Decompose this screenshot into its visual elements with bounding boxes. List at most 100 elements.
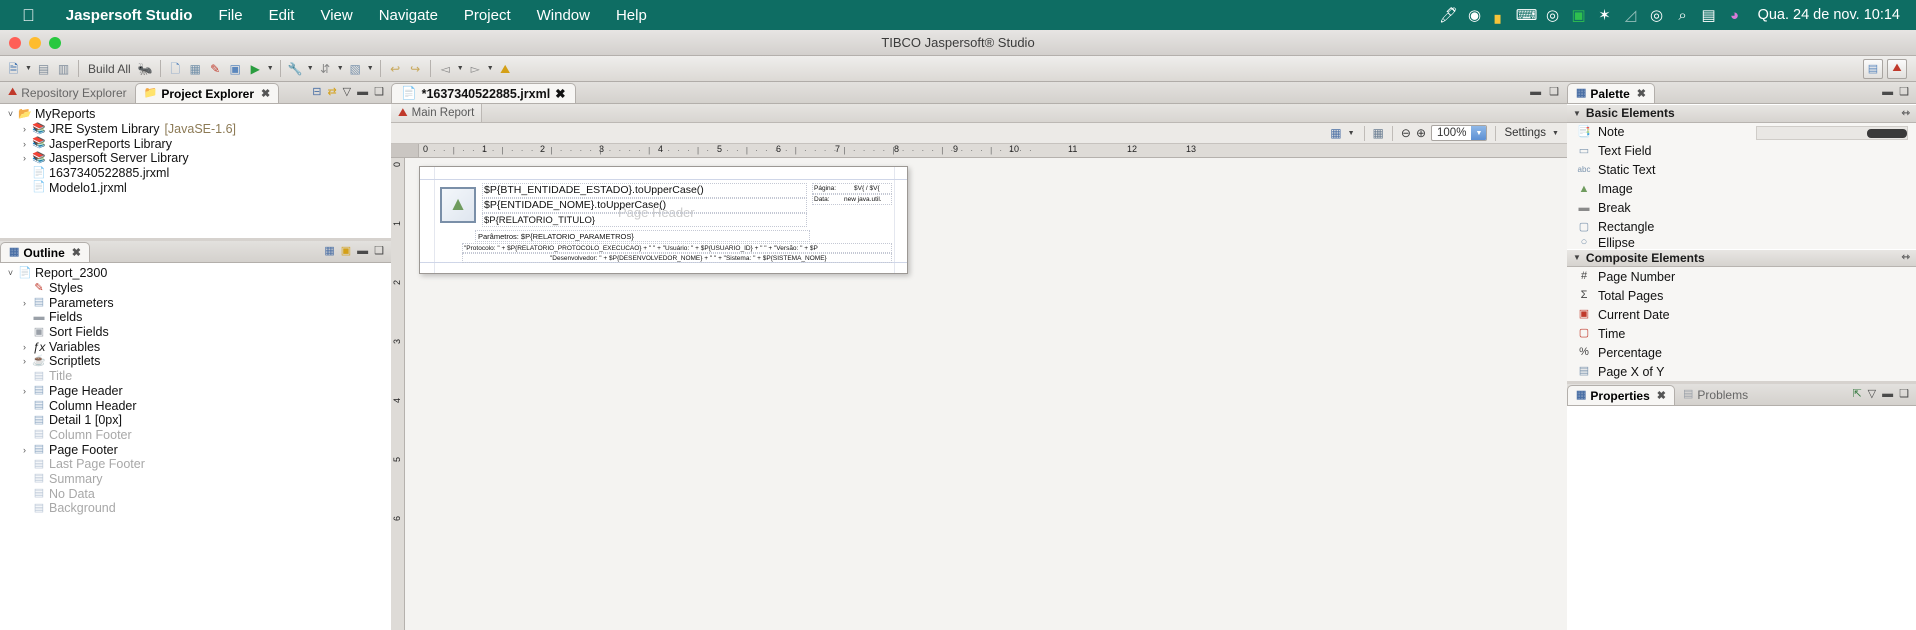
palette-item-text-field[interactable]: ▭ Text Field xyxy=(1567,142,1916,161)
dropbox-icon[interactable]: ◉ xyxy=(1462,8,1488,23)
outline-item-page-header[interactable]: › ▤ Page Header xyxy=(0,384,391,399)
minimize-icon[interactable]: ▬ xyxy=(357,87,368,98)
menu-item-help[interactable]: Help xyxy=(603,7,660,24)
palette-item-page-number[interactable]: # Page Number xyxy=(1567,267,1916,286)
report-logo[interactable]: ▲ xyxy=(440,187,476,223)
apple-menu-icon[interactable]:  xyxy=(22,7,35,24)
outline-item-detail-1[interactable]: › ▤ Detail 1 [0px] xyxy=(0,413,391,428)
outline-item-variables[interactable]: › ƒx Variables xyxy=(0,339,391,354)
palette-item-rectangle[interactable]: ▢ Rectangle xyxy=(1567,218,1916,237)
back-button[interactable]: ◅ xyxy=(436,59,455,79)
desenvolvedor-expr[interactable]: "Desenvolvedor: " + $P{DESENVOLVEDOR_NOM… xyxy=(550,255,827,262)
new-style-button[interactable]: ✎ xyxy=(206,59,225,79)
menu-bar-clock[interactable]: Qua. 24 de nov. 10:14 xyxy=(1758,7,1900,23)
outline-item-fields[interactable]: › ▬ Fields xyxy=(0,310,391,325)
tree-item-jrxml-modelo1[interactable]: › 📄 Modelo1.jrxml xyxy=(0,180,391,195)
jasper-logo-button[interactable]: ⛰ xyxy=(496,59,515,79)
settings-caret-icon[interactable]: ▼ xyxy=(1551,130,1560,137)
view-menu-icon[interactable]: ▽ xyxy=(343,87,351,98)
zoom-in-button[interactable]: ⊕ xyxy=(1416,127,1426,139)
tab-project-explorer[interactable]: 📁 Project Explorer ✖ xyxy=(134,83,280,103)
build-all-button[interactable]: Build All xyxy=(84,62,135,76)
report-canvas[interactable]: 0 1 2 3 4 5 6 7 8 9 10 11 12 13 · · | · … xyxy=(391,144,1567,630)
outline-item-parameters[interactable]: › ▤ Parameters xyxy=(0,295,391,310)
show-grid-icon[interactable]: ▦ xyxy=(1373,127,1384,139)
search-icon[interactable]: ⌕ xyxy=(1670,8,1696,23)
pagina-value[interactable]: $V{ / $V{ xyxy=(854,185,880,192)
forward-caret-icon[interactable]: ▼ xyxy=(486,65,495,72)
external-tools-caret-icon[interactable]: ▼ xyxy=(306,65,315,72)
minimize-icon[interactable]: ▬ xyxy=(1882,389,1893,400)
menu-item-project[interactable]: Project xyxy=(451,7,524,24)
outline-item-summary[interactable]: › ▤ Summary xyxy=(0,472,391,487)
chevron-down-icon[interactable]: ▼ xyxy=(1573,109,1581,118)
settings-button[interactable]: Settings xyxy=(1504,127,1546,139)
tree-item-jrxml-1637340522885[interactable]: › 📄 1637340522885.jrxml xyxy=(0,166,391,181)
menu-item-file[interactable]: File xyxy=(205,7,255,24)
external-tools-button[interactable]: 🔧 xyxy=(286,59,305,79)
chevron-down-icon[interactable]: ▼ xyxy=(1573,253,1581,262)
palette-item-total-pages[interactable]: Σ Total Pages xyxy=(1567,286,1916,305)
menu-item-edit[interactable]: Edit xyxy=(256,7,308,24)
expand-arrow-icon[interactable]: › xyxy=(18,124,31,134)
tab-properties[interactable]: ▦ Properties ✖ xyxy=(1567,385,1675,405)
tree-item-jasperreports-library[interactable]: › 📚 JasperReports Library xyxy=(0,136,391,151)
compile-button[interactable]: ▧ xyxy=(346,59,365,79)
close-window-button[interactable] xyxy=(9,36,21,49)
palette-layout-icon[interactable]: ⇿ xyxy=(1902,252,1910,263)
palette-item-static-text[interactable]: abc Static Text xyxy=(1567,161,1916,180)
palette-item-time[interactable]: ▢ Time xyxy=(1567,324,1916,343)
palette-scrollbar[interactable] xyxy=(1756,126,1908,140)
brazil-flag-icon[interactable]: ▣ xyxy=(1566,8,1592,23)
menu-item-view[interactable]: View xyxy=(307,7,365,24)
expand-arrow-icon[interactable]: › xyxy=(18,342,31,352)
save-all-button[interactable]: ▥ xyxy=(54,59,73,79)
minimize-icon[interactable]: ▬ xyxy=(1530,87,1541,98)
outline-item-column-header[interactable]: › ▤ Column Header xyxy=(0,398,391,413)
siri-icon[interactable]: ◕ xyxy=(1722,8,1748,23)
palette-group-basic-elements[interactable]: ▼ Basic Elements ⇿ xyxy=(1567,104,1916,123)
maximize-window-button[interactable] xyxy=(49,36,61,49)
maximize-icon[interactable]: ❑ xyxy=(1549,87,1559,98)
minimize-window-button[interactable] xyxy=(29,36,41,49)
tab-jrxml-editor[interactable]: 📄 *1637340522885.jrxml ✖ xyxy=(391,83,576,103)
outline-layout-icon[interactable]: ▦ xyxy=(324,246,334,257)
close-icon[interactable]: ✖ xyxy=(72,246,81,259)
expand-arrow-icon[interactable]: › xyxy=(18,153,31,163)
debug-button[interactable]: 🐜 xyxy=(136,59,155,79)
outline-item-scriptlets[interactable]: › ☕ Scriptlets xyxy=(0,354,391,369)
forward-button[interactable]: ▻ xyxy=(466,59,485,79)
expand-arrow-icon[interactable]: › xyxy=(18,139,31,149)
new-report-button[interactable]: 🗋 xyxy=(166,59,185,79)
palette-item-ellipse[interactable]: ○ Ellipse xyxy=(1567,237,1916,249)
menu-item-navigate[interactable]: Navigate xyxy=(366,7,451,24)
palette-layout-icon[interactable]: ⇿ xyxy=(1902,108,1910,119)
tab-outline[interactable]: ▦ Outline ✖ xyxy=(0,242,90,262)
close-icon[interactable]: ✖ xyxy=(1657,389,1666,402)
chevron-down-icon[interactable]: ▼ xyxy=(1471,126,1487,140)
view-menu-icon[interactable]: ▽ xyxy=(1868,389,1876,400)
redo-button[interactable]: ↪ xyxy=(406,59,425,79)
zoom-level-combo[interactable]: 100% ▼ xyxy=(1431,125,1488,141)
maximize-icon[interactable]: ❑ xyxy=(374,246,384,257)
properties-body[interactable] xyxy=(1567,406,1916,630)
palette-item-percentage[interactable]: % Percentage xyxy=(1567,343,1916,362)
fit-page-caret-icon[interactable]: ▼ xyxy=(1347,130,1356,137)
keyboard-icon[interactable]: ⌨ xyxy=(1514,8,1540,23)
outline-item-report[interactable]: ˅ 📄 Report_2300 xyxy=(0,266,391,281)
palette-item-current-date[interactable]: ▣ Current Date xyxy=(1567,305,1916,324)
report-page[interactable]: Page Header ▲ $P{BTH_ENTIDADE_ESTADO}.to… xyxy=(419,166,908,274)
play-circle-icon[interactable]: ◎ xyxy=(1540,8,1566,23)
run-button[interactable]: ▶ xyxy=(246,59,265,79)
outline-item-page-footer[interactable]: › ▤ Page Footer xyxy=(0,442,391,457)
perspective-report-design-button[interactable]: ▤ xyxy=(1863,58,1883,79)
minimize-icon[interactable]: ▬ xyxy=(357,246,368,257)
feather-icon[interactable]: 🖊 xyxy=(1436,8,1462,23)
maximize-icon[interactable]: ❑ xyxy=(374,87,384,98)
expand-arrow-icon[interactable]: › xyxy=(18,298,31,308)
outline-item-sort-fields[interactable]: › ▣ Sort Fields xyxy=(0,325,391,340)
close-icon[interactable]: ✖ xyxy=(261,87,270,100)
outline-item-no-data[interactable]: › ▤ No Data xyxy=(0,486,391,501)
sort-caret-icon[interactable]: ▼ xyxy=(336,65,345,72)
expand-arrow-icon[interactable]: ˅ xyxy=(4,109,17,119)
